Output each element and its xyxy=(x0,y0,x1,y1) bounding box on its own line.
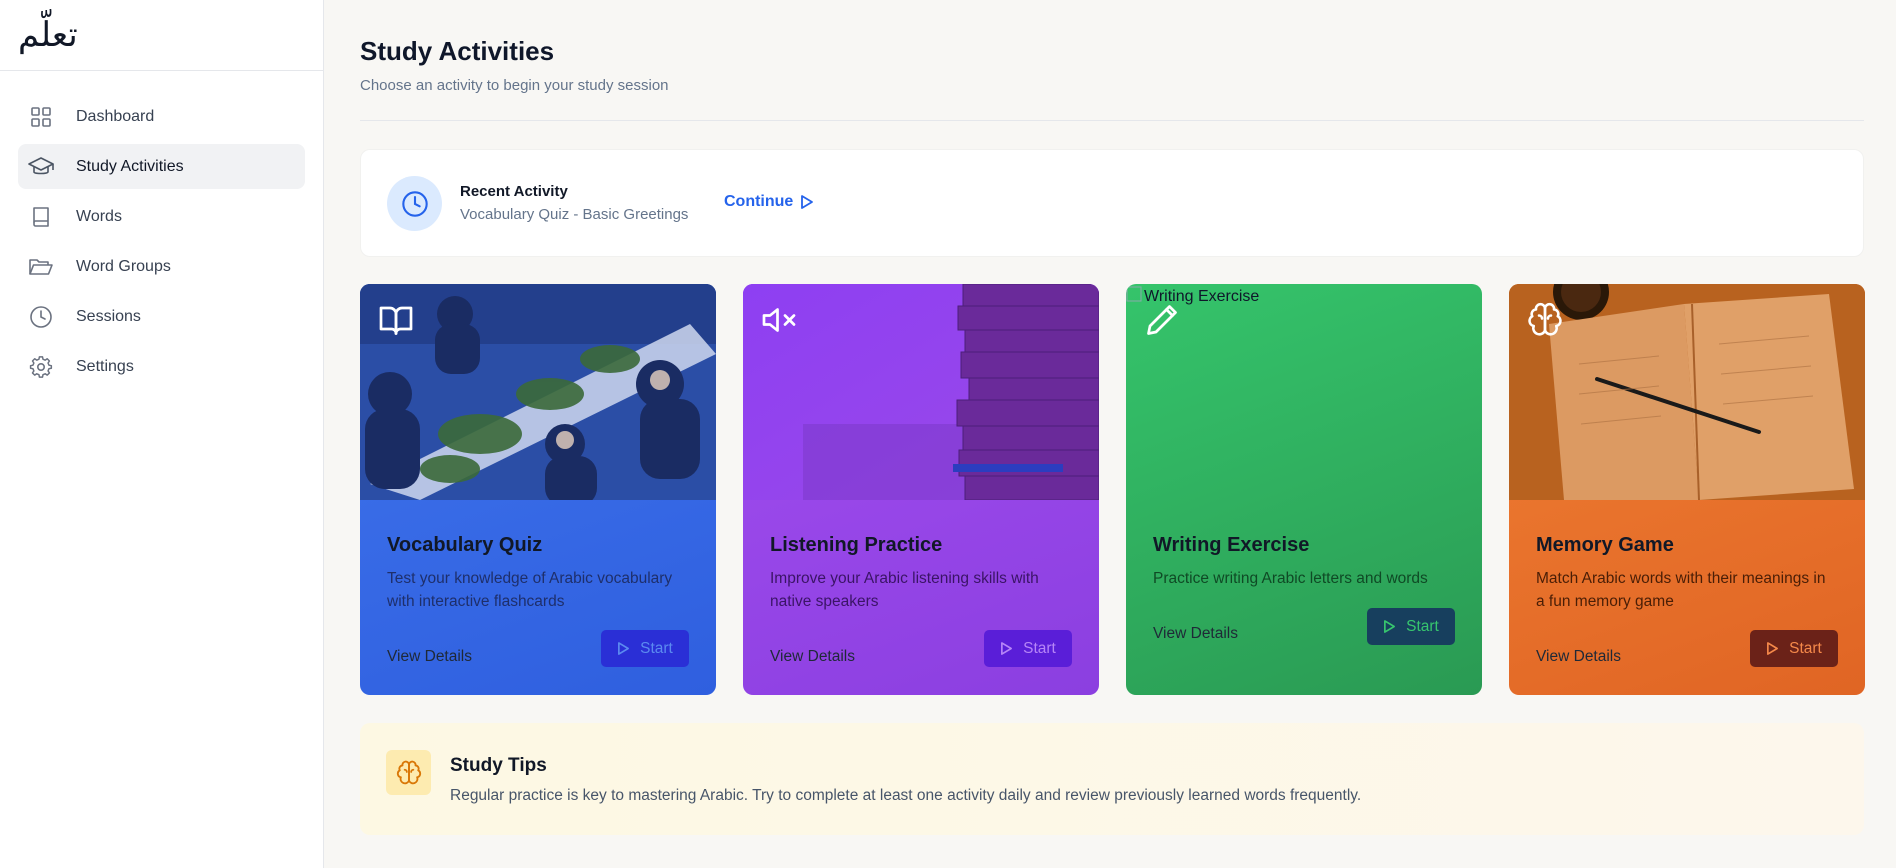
sidebar-item-settings[interactable]: Settings xyxy=(18,344,305,389)
activity-description: Test your knowledge of Arabic vocabulary… xyxy=(387,570,673,610)
dashboard-grid-icon xyxy=(28,104,54,130)
activity-description: Improve your Arabic listening skills wit… xyxy=(770,570,1039,610)
start-button[interactable]: Start xyxy=(1750,630,1838,667)
start-label: Start xyxy=(1406,617,1439,635)
sidebar-item-label: Word Groups xyxy=(76,257,171,275)
sidebar-item-study-activities[interactable]: Study Activities xyxy=(18,144,305,189)
start-button[interactable]: Start xyxy=(601,630,689,667)
app-logo[interactable]: تعلّم xyxy=(18,18,78,52)
view-details-link[interactable]: View Details xyxy=(1536,648,1621,666)
sidebar-item-label: Study Activities xyxy=(76,157,184,175)
sidebar-item-word-groups[interactable]: Word Groups xyxy=(18,244,305,289)
sidebar-item-dashboard[interactable]: Dashboard xyxy=(18,94,305,139)
pencil-icon xyxy=(1144,302,1180,338)
page-title: Study Activities xyxy=(360,36,555,66)
activity-card-writing-exercise[interactable]: Writing Exercise Writing Exercise Practi… xyxy=(1126,284,1482,695)
activity-card-memory-game[interactable]: Memory Game Match Arabic words with thei… xyxy=(1509,284,1865,695)
activity-title: Writing Exercise xyxy=(1153,534,1310,556)
view-details-link[interactable]: View Details xyxy=(770,648,855,666)
play-icon xyxy=(1384,620,1396,633)
sidebar-item-label: Words xyxy=(76,207,122,225)
recent-activity-subtitle: Vocabulary Quiz - Basic Greetings xyxy=(460,206,689,223)
activity-title: Vocabulary Quiz xyxy=(387,534,543,556)
recent-activity-card: Recent Activity Vocabulary Quiz - Basic … xyxy=(360,149,1864,257)
play-icon xyxy=(801,195,814,209)
header-divider xyxy=(360,120,1864,121)
activity-card-vocabulary-quiz[interactable]: Vocabulary Quiz Test your knowledge of A… xyxy=(360,284,716,695)
open-book-icon xyxy=(378,302,414,338)
start-button[interactable]: Start xyxy=(1367,608,1455,645)
view-details-link[interactable]: View Details xyxy=(387,648,472,666)
logo-area: تعلّم xyxy=(0,0,323,71)
sidebar-item-words[interactable]: Words xyxy=(18,194,305,239)
continue-label: Continue xyxy=(724,193,794,210)
activity-card-listening-practice[interactable]: Listening Practice Improve your Arabic l… xyxy=(743,284,1099,695)
book-icon xyxy=(28,204,54,230)
broken-image-icon xyxy=(1126,286,1142,302)
activity-description: Match Arabic words with their meanings i… xyxy=(1536,570,1826,610)
play-icon xyxy=(1767,642,1779,655)
study-tips-card: Study Tips Regular practice is key to ma… xyxy=(360,723,1864,835)
clock-icon xyxy=(387,176,442,231)
sidebar-nav: Dashboard Study Activities Words Word Gr… xyxy=(0,71,323,417)
gear-icon xyxy=(28,354,54,380)
start-button[interactable]: Start xyxy=(984,630,1072,667)
brain-icon xyxy=(386,750,431,795)
play-icon xyxy=(618,642,630,655)
sidebar-item-label: Dashboard xyxy=(76,107,155,125)
activity-description: Practice writing Arabic letters and word… xyxy=(1153,570,1428,587)
sidebar-item-label: Settings xyxy=(76,357,134,375)
continue-button[interactable]: Continue xyxy=(724,193,814,211)
sidebar-item-label: Sessions xyxy=(76,307,141,325)
volume-mute-icon xyxy=(761,302,797,338)
study-tips-title: Study Tips xyxy=(450,755,547,776)
page-subtitle: Choose an activity to begin your study s… xyxy=(360,77,669,94)
start-label: Start xyxy=(640,639,673,657)
recent-activity-title: Recent Activity xyxy=(460,183,568,200)
graduation-cap-icon xyxy=(28,154,54,180)
start-label: Start xyxy=(1023,639,1056,657)
play-icon xyxy=(1001,642,1013,655)
activity-title: Listening Practice xyxy=(770,534,943,556)
brain-icon xyxy=(1527,302,1563,338)
study-tips-text: Regular practice is key to mastering Ara… xyxy=(450,787,1362,804)
clock-icon xyxy=(28,304,54,330)
sidebar-item-sessions[interactable]: Sessions xyxy=(18,294,305,339)
sidebar: تعلّم Dashboard Study Activities Words W… xyxy=(0,0,324,868)
folder-open-icon xyxy=(28,254,54,280)
activity-title: Memory Game xyxy=(1536,534,1674,556)
view-details-link[interactable]: View Details xyxy=(1153,625,1238,643)
start-label: Start xyxy=(1789,639,1822,657)
